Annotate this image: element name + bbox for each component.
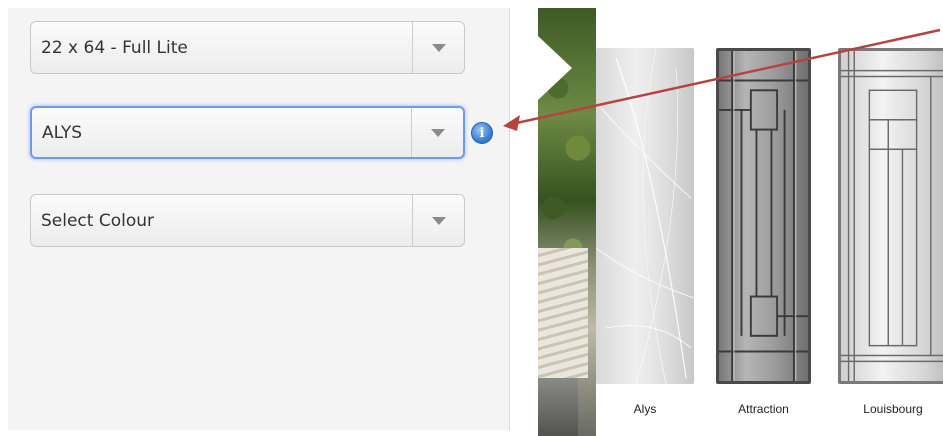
size-select-value: 22 x 64 - Full Lite (41, 37, 188, 58)
options-panel: 22 x 64 - Full Lite ALYS i Select Colour (8, 8, 510, 430)
caption-attraction: Attraction (738, 402, 789, 416)
glass-sample-alys (596, 48, 694, 384)
caption-alys: Alys (633, 402, 657, 416)
background-house-siding (538, 248, 588, 378)
size-select-toggle[interactable] (412, 22, 464, 73)
glass-sample-attraction (716, 48, 811, 384)
glass-select-value: ALYS (42, 122, 83, 143)
background-house-wall (538, 378, 578, 436)
colour-select-value: Select Colour (41, 210, 155, 231)
info-icon[interactable]: i (471, 122, 493, 144)
glass-preview-image: Alys Attraction Louisbourg (538, 8, 943, 436)
glass-sample-louisbourg (838, 48, 943, 384)
chevron-down-icon (431, 43, 446, 52)
caption-louisbourg: Louisbourg (863, 402, 923, 416)
glass-select-toggle[interactable] (411, 108, 463, 157)
chevron-down-icon (430, 128, 445, 137)
colour-select[interactable]: Select Colour (30, 194, 465, 247)
size-select[interactable]: 22 x 64 - Full Lite (30, 21, 465, 74)
glass-select[interactable]: ALYS (30, 106, 465, 159)
background-corner (538, 36, 572, 100)
chevron-down-icon (431, 216, 446, 225)
colour-select-toggle[interactable] (412, 195, 464, 246)
